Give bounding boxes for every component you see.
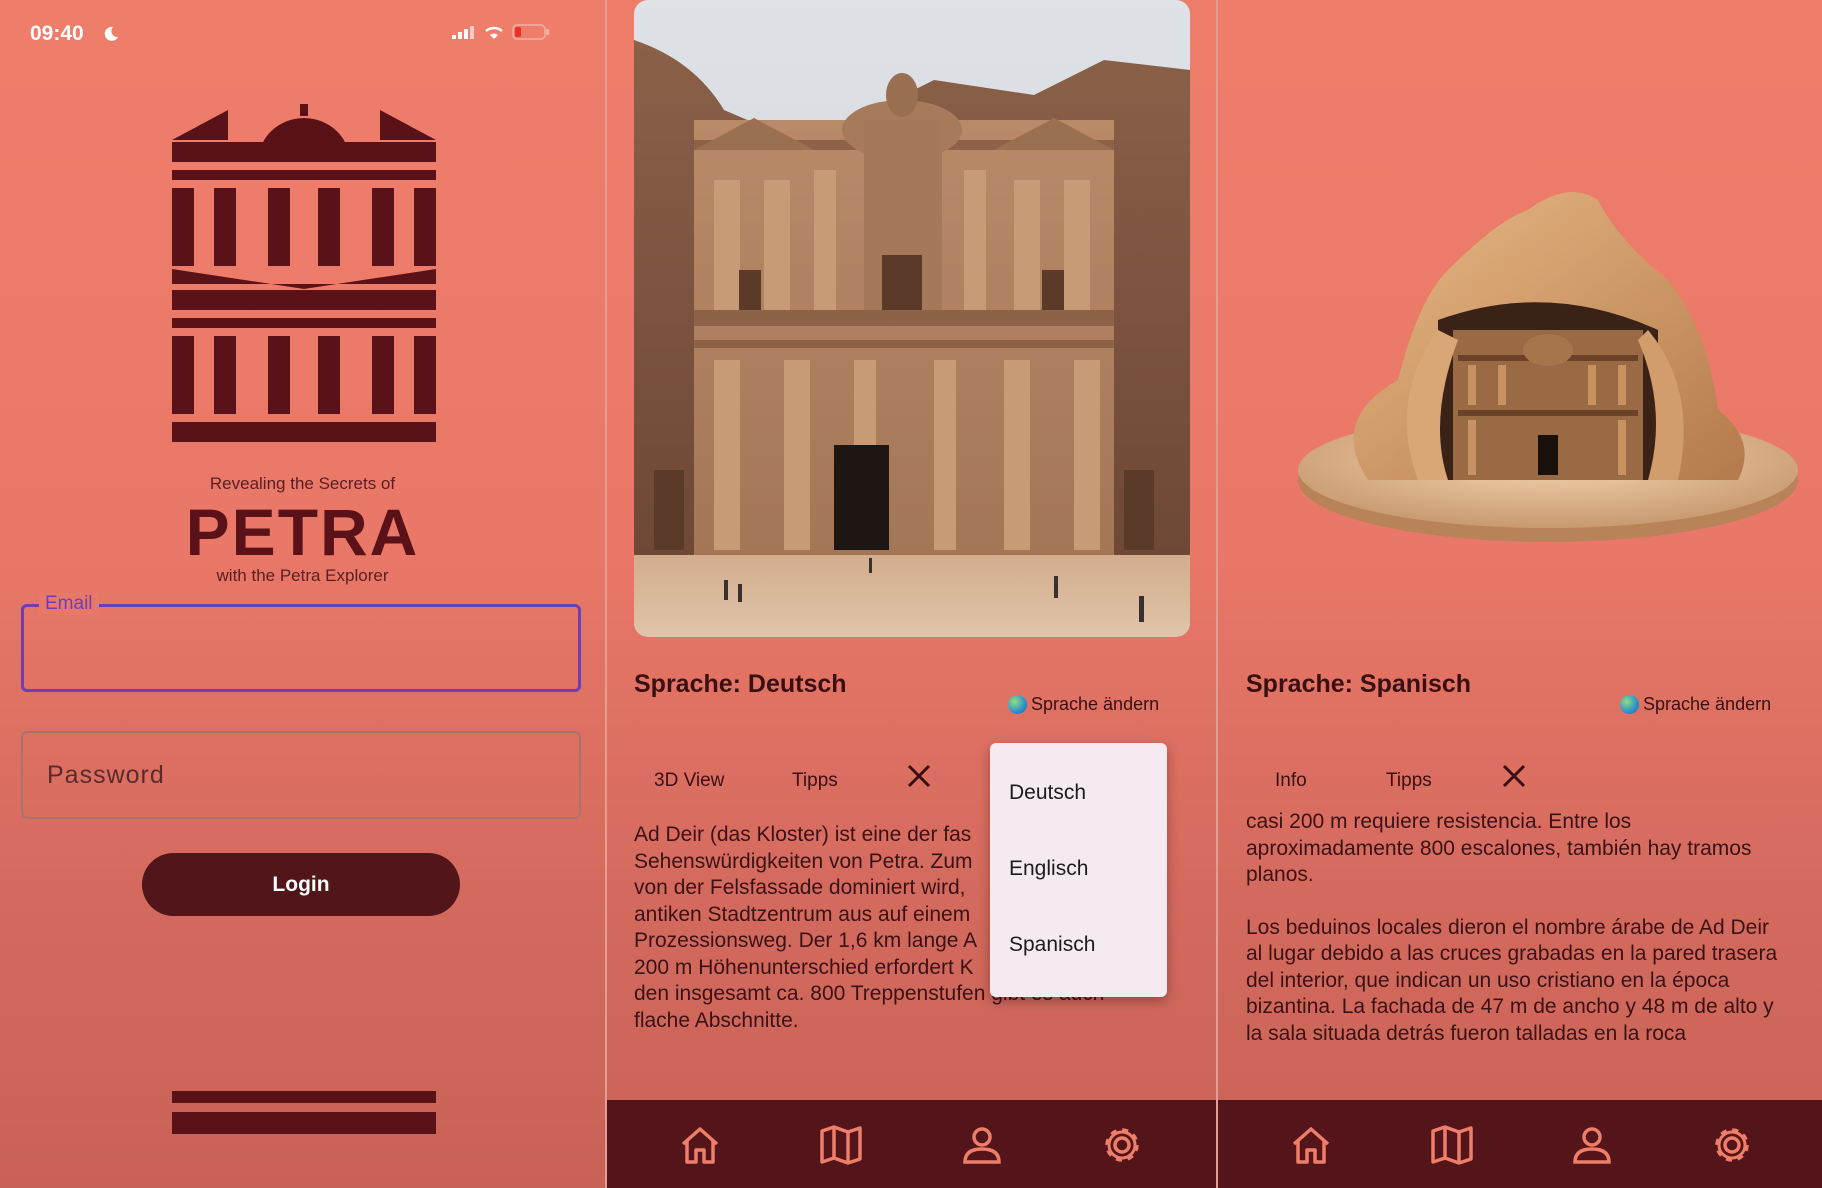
password-input[interactable] [23, 733, 579, 817]
petra-logo-icon [172, 104, 436, 442]
text-line: la sala situada detrás fueron talladas e… [1246, 1021, 1687, 1045]
tab-3d-view[interactable]: 3D View [654, 770, 724, 792]
bottom-decoration [172, 1091, 436, 1143]
email-label: Email [39, 593, 99, 615]
brand-title: PETRA [185, 495, 420, 569]
globe-icon [1620, 695, 1639, 714]
change-language-label: Sprache ändern [1643, 694, 1772, 714]
detail-screen-german: Sprache: Deutsch Sprache ändern 3D View … [607, 0, 1216, 1188]
bottom-nav [1218, 1100, 1822, 1188]
text-line: del interior, que indican un uso cristia… [1246, 968, 1730, 992]
profile-icon[interactable] [959, 1122, 1005, 1168]
signal-icon [452, 26, 474, 39]
profile-icon[interactable] [1569, 1122, 1615, 1168]
home-icon[interactable] [1288, 1122, 1334, 1168]
language-title: Sprache: Deutsch [634, 670, 847, 698]
battery-icon [512, 24, 549, 40]
text-line: flache Abschnitte. [634, 1008, 799, 1032]
text-line: Los beduinos locales dieron el nombre ár… [1246, 915, 1770, 939]
ad-deir-3d-model [1298, 192, 1798, 542]
moon-icon [104, 26, 118, 41]
option-deutsch[interactable]: Deutsch [1009, 781, 1086, 805]
change-language-button[interactable]: Sprache ändern [1008, 694, 1159, 715]
email-field[interactable]: Email [21, 593, 581, 692]
settings-icon[interactable] [1099, 1122, 1145, 1168]
tab-info[interactable]: Info [1275, 770, 1307, 792]
description-text: casi 200 m requiere resistencia. Entre l… [1246, 809, 1816, 1059]
password-field[interactable] [21, 731, 581, 819]
text-line: casi 200 m requiere resistencia. Entre l… [1246, 810, 1632, 833]
map-icon[interactable] [1429, 1122, 1475, 1168]
option-englisch[interactable]: Englisch [1009, 857, 1088, 881]
text-line: bizantina. La fachada de 47 m de ancho y… [1246, 995, 1774, 1018]
status-icons [452, 24, 550, 40]
email-input[interactable] [24, 607, 578, 689]
wifi-icon [485, 26, 503, 39]
map-icon[interactable] [818, 1122, 864, 1168]
settings-icon[interactable] [1709, 1122, 1755, 1168]
home-icon[interactable] [677, 1122, 723, 1168]
text-line: aproximadamente 800 escalones, también h… [1246, 836, 1752, 860]
tab-tipps[interactable]: Tipps [792, 770, 838, 792]
option-spanisch[interactable]: Spanisch [1009, 933, 1095, 957]
login-button[interactable]: Login [142, 853, 460, 916]
tagline-bottom: with the Petra Explorer [216, 566, 389, 585]
tagline-top: Revealing the Secrets of [209, 474, 396, 493]
language-dropdown: Deutsch Englisch Spanisch [990, 743, 1167, 997]
close-icon[interactable] [1500, 762, 1528, 790]
change-language-button[interactable]: Sprache ändern [1620, 694, 1771, 715]
bottom-nav [607, 1100, 1216, 1188]
ad-deir-photo [634, 0, 1190, 637]
text-line: al lugar debido a las cruces grabadas en… [1246, 942, 1778, 965]
text-line: planos. [1246, 863, 1314, 886]
change-language-label: Sprache ändern [1031, 694, 1160, 714]
detail-screen-spanish: Sprache: Spanisch Sprache ändern Info Ti… [1218, 0, 1822, 1188]
language-title: Sprache: Spanisch [1246, 670, 1472, 698]
status-time: 09:40 [30, 22, 84, 45]
close-icon[interactable] [905, 762, 933, 790]
globe-icon [1008, 695, 1027, 714]
login-screen: 09:40 Revealing the Secrets of PETRA wit… [0, 0, 605, 1188]
tab-tipps[interactable]: Tipps [1386, 770, 1432, 792]
